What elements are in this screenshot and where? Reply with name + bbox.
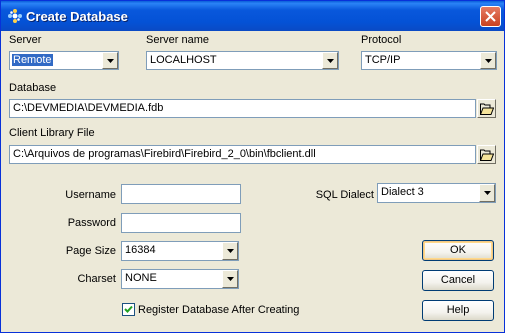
close-button[interactable] <box>480 6 501 27</box>
username-label: Username <box>65 189 116 201</box>
server-select[interactable]: Remote <box>9 51 119 70</box>
window-title: Create Database <box>26 9 128 24</box>
server-dropdown-button[interactable] <box>102 52 118 69</box>
protocol-dropdown-button[interactable] <box>480 52 496 69</box>
database-label: Database <box>9 82 57 94</box>
check-icon <box>124 305 133 313</box>
page-size-value: 16384 <box>125 244 156 256</box>
create-database-dialog: Create Database Server Remote Server nam… <box>0 0 505 333</box>
title-bar[interactable]: Create Database <box>1 1 504 31</box>
sql-dialect-label: SQL Dialect <box>315 189 374 201</box>
chevron-down-icon <box>484 191 491 195</box>
database-path-input[interactable]: C:\DEVMEDIA\DEVMEDIA.fdb <box>9 99 476 118</box>
client-library-input[interactable]: C:\Arquivos de programas\Firebird\Firebi… <box>9 145 476 164</box>
sql-dialect-value: Dialect 3 <box>381 186 424 198</box>
page-size-select[interactable]: 16384 <box>121 241 239 261</box>
sql-dialect-select[interactable]: Dialect 3 <box>377 183 496 203</box>
server-value: Remote <box>11 53 54 67</box>
page-size-dropdown-button[interactable] <box>222 242 238 260</box>
ok-button[interactable]: OK <box>422 240 494 261</box>
chevron-down-icon <box>485 59 492 63</box>
register-database-checkbox[interactable] <box>122 303 135 316</box>
chevron-down-icon <box>227 249 234 253</box>
cancel-button[interactable]: Cancel <box>422 270 494 291</box>
server-name-select[interactable]: LOCALHOST <box>146 51 339 70</box>
password-input[interactable] <box>121 213 241 233</box>
charset-dropdown-button[interactable] <box>222 270 238 288</box>
password-label: Password <box>67 217 116 229</box>
database-path-value: C:\DEVMEDIA\DEVMEDIA.fdb <box>13 102 164 114</box>
charset-value: NONE <box>125 272 157 284</box>
chevron-down-icon <box>227 277 234 281</box>
server-label: Server <box>9 34 42 46</box>
protocol-label: Protocol <box>361 34 402 46</box>
sql-dialect-dropdown-button[interactable] <box>479 184 495 202</box>
charset-label: Charset <box>77 273 116 285</box>
server-name-label: Server name <box>146 34 209 46</box>
folder-open-icon <box>480 103 494 115</box>
chevron-down-icon <box>327 59 334 63</box>
protocol-select[interactable]: TCP/IP <box>361 51 497 70</box>
register-database-label[interactable]: Register Database After Creating <box>138 304 299 316</box>
client-library-value: C:\Arquivos de programas\Firebird\Firebi… <box>13 148 316 160</box>
folder-open-icon <box>480 149 494 161</box>
close-icon <box>485 11 496 22</box>
protocol-value: TCP/IP <box>365 54 401 66</box>
server-name-value: LOCALHOST <box>150 54 217 66</box>
help-button[interactable]: Help <box>422 300 494 321</box>
charset-select[interactable]: NONE <box>121 269 239 289</box>
server-name-dropdown-button[interactable] <box>322 52 338 69</box>
page-size-label: Page Size <box>65 245 116 257</box>
chevron-down-icon <box>107 59 114 63</box>
database-browse-button[interactable] <box>477 99 496 118</box>
username-input[interactable] <box>121 184 241 204</box>
client-library-label: Client Library File <box>9 127 95 139</box>
client-library-browse-button[interactable] <box>477 145 496 164</box>
firebird-app-icon <box>7 8 23 24</box>
